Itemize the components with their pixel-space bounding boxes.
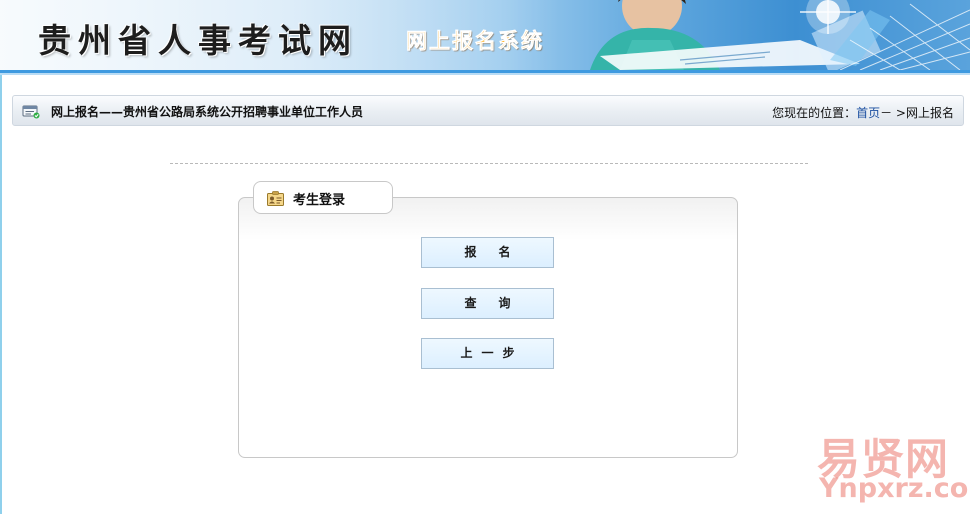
register-button[interactable]: 报名 [421, 237, 554, 268]
login-panel-tab: 考生登录 [253, 181, 393, 214]
breadcrumb: 您现在的位置：首页－ >网上报名 [772, 104, 954, 121]
header-banner: 贵州省人事考试网 网上报名系统 [0, 0, 970, 70]
query-button[interactable]: 查询 [421, 288, 554, 319]
page-title: 网上报名——贵州省公路局系统公开招聘事业单位工作人员 [51, 105, 364, 119]
location-label: 您现在的位置： [772, 106, 857, 120]
site-title: 贵州省人事考试网 [38, 21, 358, 60]
system-title: 网上报名系统 [406, 29, 544, 54]
banner-student-image [590, 0, 970, 70]
watermark-url: Ynpxrz.com [819, 473, 970, 504]
left-edge-stripe [0, 75, 2, 514]
back-button[interactable]: 上一步 [421, 338, 554, 369]
breadcrumb-bar: 网上报名——贵州省公路局系统公开招聘事业单位工作人员 您现在的位置：首页－ >网… [12, 95, 964, 126]
id-card-icon [267, 191, 284, 210]
login-tab-label: 考生登录 [293, 193, 346, 208]
home-link[interactable]: 首页 [856, 106, 880, 120]
breadcrumb-current: 网上报名 [905, 106, 954, 120]
register-form-icon [22, 104, 40, 123]
dashed-divider [170, 163, 808, 164]
breadcrumb-separator: － > [880, 106, 906, 120]
banner-divider-light [0, 73, 970, 75]
